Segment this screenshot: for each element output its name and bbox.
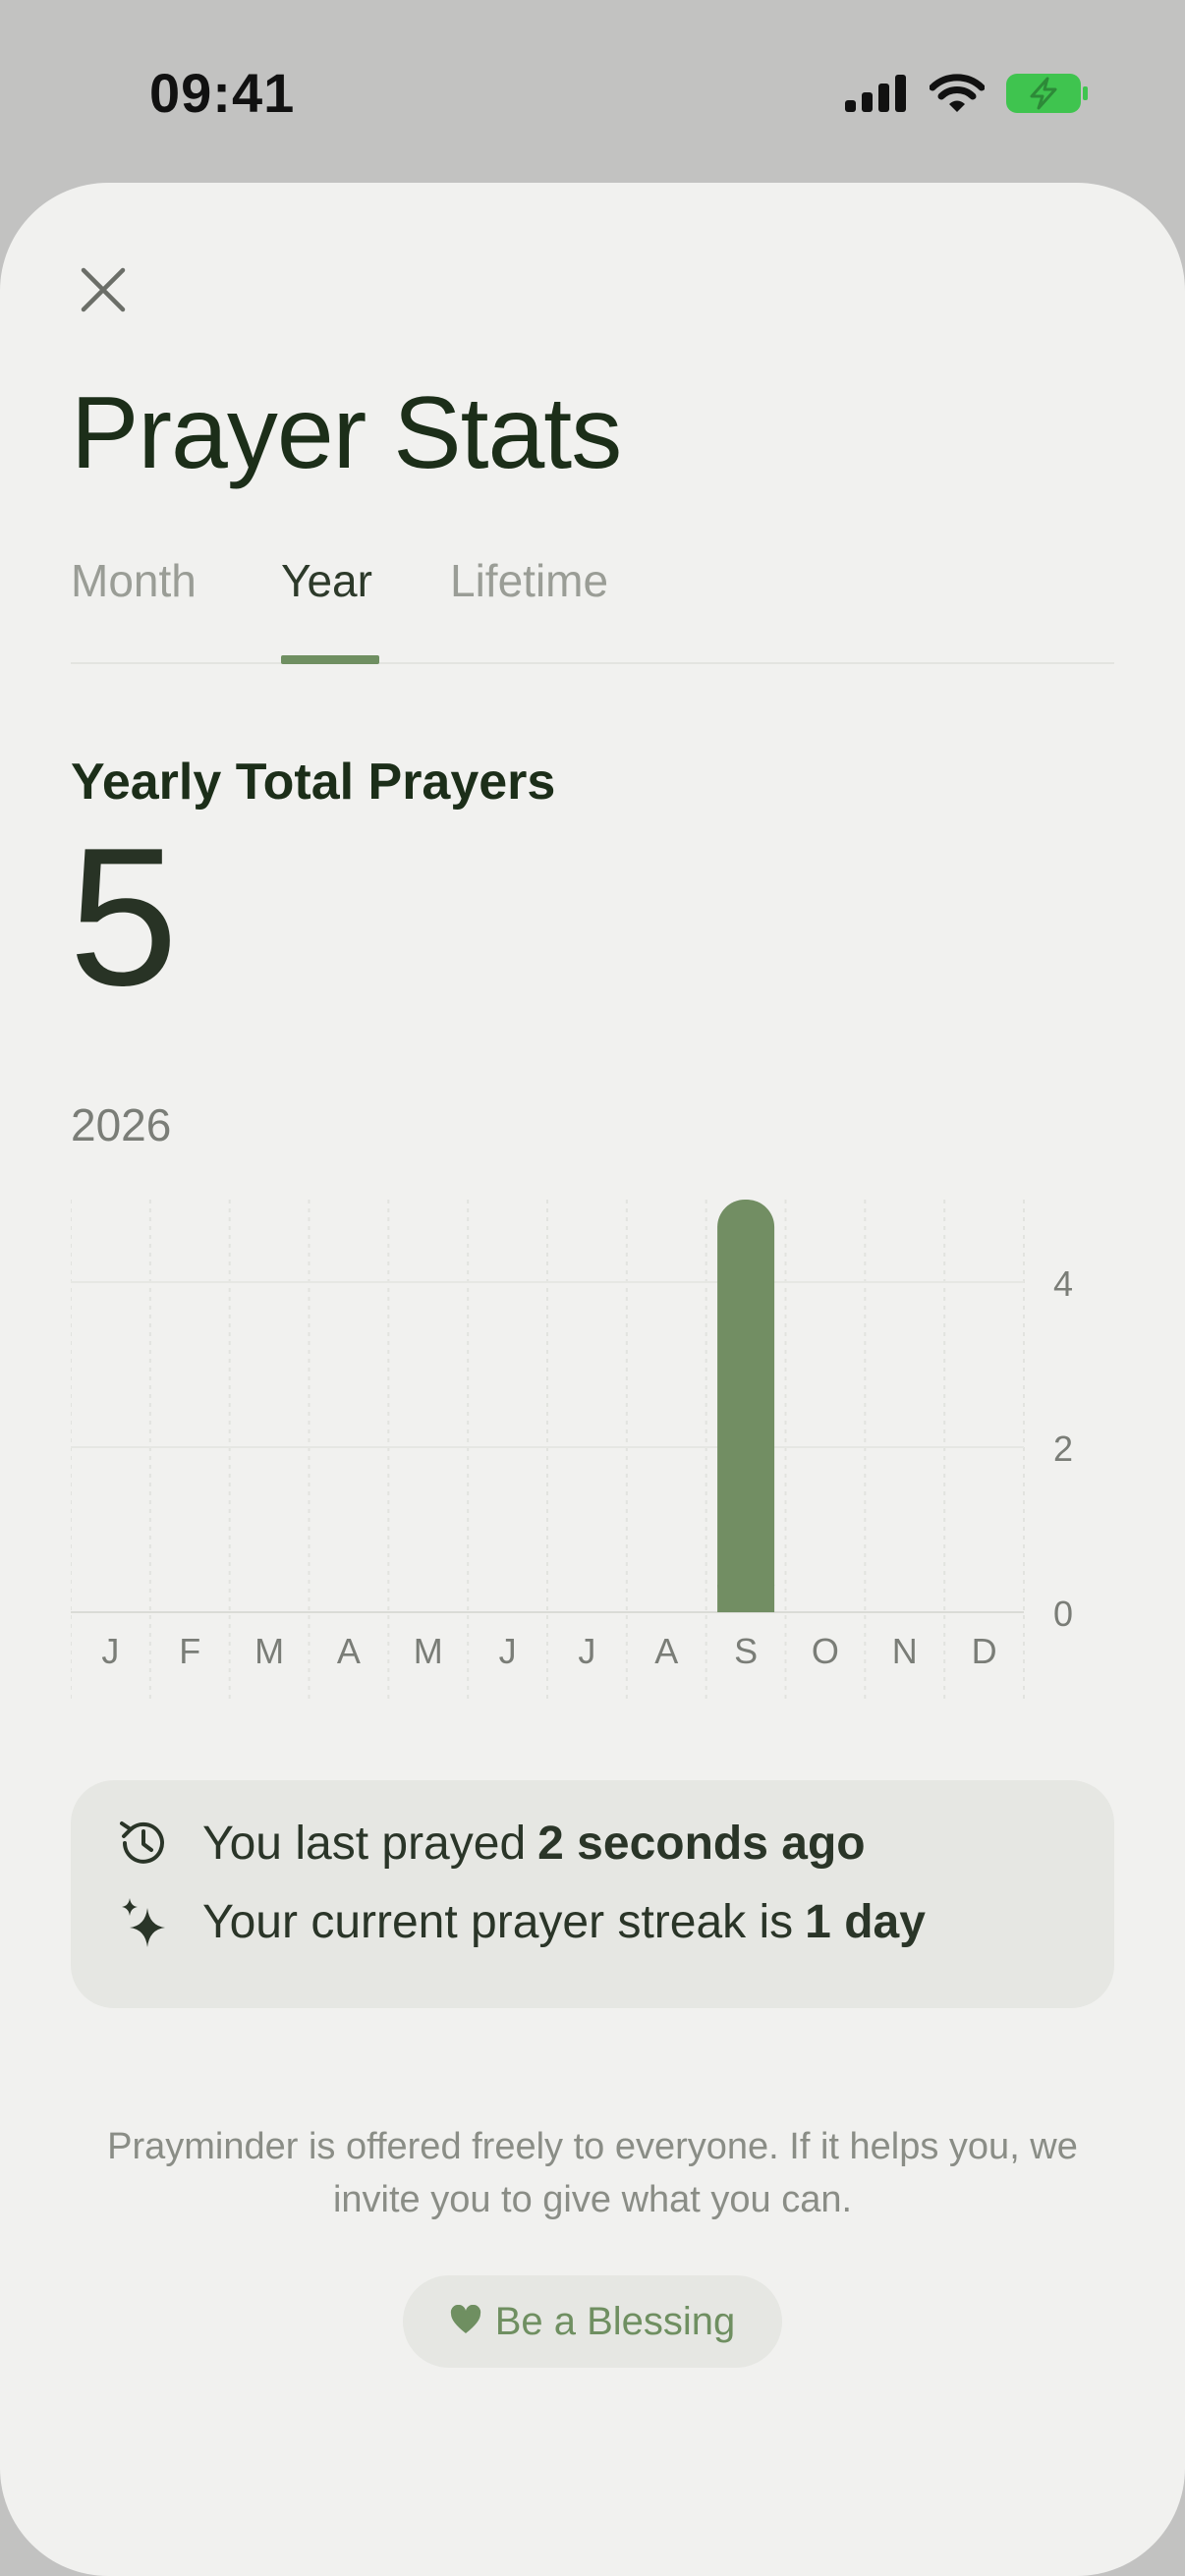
last-prayed-value: 2 seconds ago: [537, 1817, 866, 1870]
status-time: 09:41: [149, 62, 296, 124]
x-tick-label: A: [337, 1631, 361, 1671]
chart-year-label: 2026: [71, 1099, 172, 1150]
stats-sheet: Prayer Stats Month Year Lifetime Yearly …: [0, 183, 1185, 2576]
x-tick-label: M: [254, 1631, 284, 1671]
donation-message: Prayminder is offered freely to everyone…: [107, 2126, 1078, 2220]
chart-bar-base: [717, 1585, 775, 1612]
clock-history-icon: [114, 1814, 173, 1873]
cellular-signal-icon: [845, 74, 908, 117]
x-tick-label: J: [499, 1631, 517, 1671]
page-title: Prayer Stats: [71, 376, 622, 490]
prayer-info-card: You last prayed 2 seconds ago Your curre…: [71, 1780, 1114, 2008]
chart-bar: [717, 1200, 775, 1612]
last-prayed-row: You last prayed 2 seconds ago: [71, 1814, 866, 1873]
x-tick-label: D: [972, 1631, 997, 1671]
heart-icon: [450, 2300, 481, 2344]
close-icon: [80, 266, 127, 318]
tab-month[interactable]: Month: [71, 554, 197, 607]
x-tick-label: S: [734, 1631, 758, 1671]
x-tick-label: J: [578, 1631, 595, 1671]
x-tick-label: J: [101, 1631, 119, 1671]
monthly-prayers-chart: 0 2 4 J F M A M J J A S O N D: [71, 1200, 1114, 1710]
chart-svg: 0 2 4 J F M A M J J A S O N D: [71, 1200, 1073, 1701]
yearly-total-value: 5: [69, 808, 179, 1027]
streak-prefix: Your current prayer streak is: [202, 1895, 794, 1948]
x-tick-label: M: [414, 1631, 443, 1671]
x-tick-label: O: [812, 1631, 839, 1671]
x-tick-label: N: [892, 1631, 918, 1671]
streak-value: 1 day: [805, 1895, 926, 1948]
status-icons: [845, 71, 1089, 120]
status-bar: 09:41: [0, 0, 1185, 187]
tab-lifetime[interactable]: Lifetime: [450, 554, 608, 607]
be-a-blessing-button[interactable]: Be a Blessing: [403, 2275, 782, 2368]
battery-charging-icon: [1006, 73, 1089, 118]
y-tick-label: 2: [1053, 1428, 1073, 1469]
last-prayed-prefix: You last prayed: [202, 1817, 527, 1870]
y-tick-label: 0: [1053, 1594, 1073, 1634]
x-tick-label: A: [654, 1631, 678, 1671]
be-a-blessing-label: Be a Blessing: [494, 2299, 736, 2343]
wifi-icon: [929, 73, 986, 118]
sparkles-icon: [114, 1892, 173, 1951]
y-tick-label: 4: [1053, 1263, 1073, 1304]
x-tick-label: F: [179, 1631, 200, 1671]
active-tab-indicator: [281, 655, 379, 664]
period-tabs: Month Year Lifetime: [71, 554, 1114, 664]
streak-row: Your current prayer streak is 1 day: [71, 1892, 926, 1951]
close-button[interactable]: [73, 261, 134, 322]
yearly-total-label: Yearly Total Prayers: [71, 754, 556, 811]
tab-year[interactable]: Year: [281, 554, 372, 607]
